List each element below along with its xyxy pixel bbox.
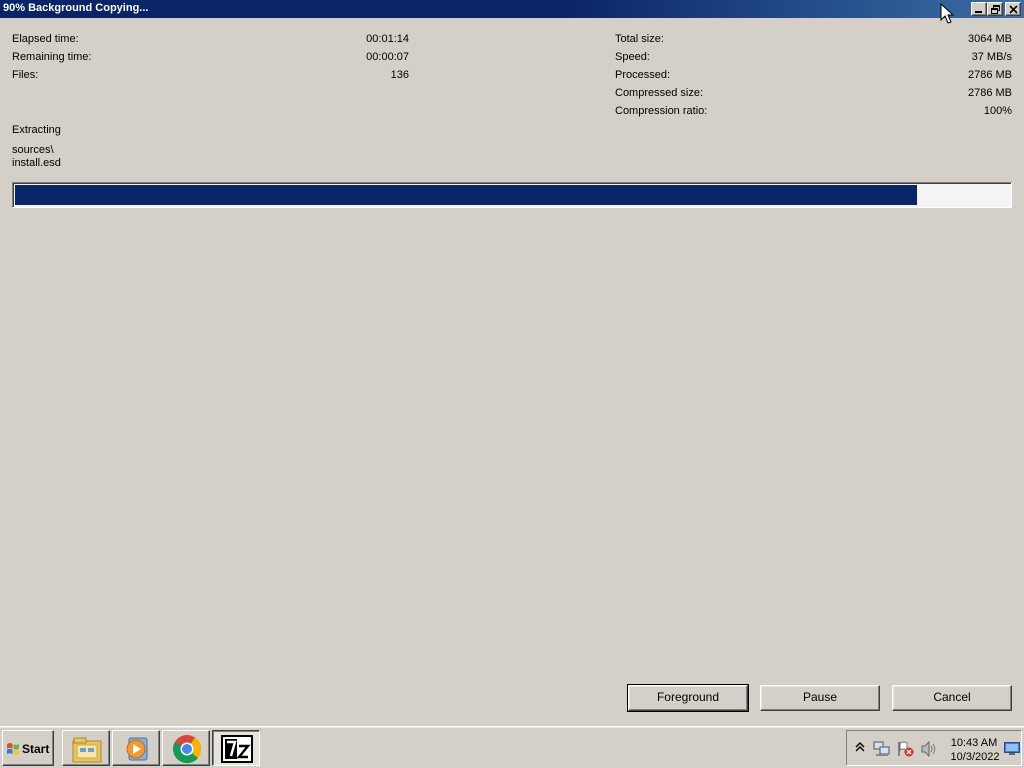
media-player-icon — [126, 737, 148, 761]
processed-label: Processed: — [615, 69, 671, 81]
close-icon — [1009, 5, 1018, 14]
system-tray: 10:43 AM 10/3/2022 — [846, 730, 1022, 766]
current-file-name: install.esd — [12, 157, 61, 169]
progress-fill — [15, 185, 917, 205]
restore-icon — [991, 5, 1000, 14]
network-icon[interactable] — [873, 741, 891, 757]
minimize-icon — [975, 11, 982, 13]
close-button[interactable] — [1005, 2, 1021, 16]
files-label: Files: — [12, 69, 39, 81]
speed-label: Speed: — [615, 51, 650, 63]
foreground-button[interactable]: Foreground — [627, 684, 749, 712]
windows-logo-icon — [7, 743, 19, 755]
taskbar-explorer-button[interactable] — [62, 730, 110, 766]
mouse-cursor-icon — [940, 3, 954, 24]
clock-time[interactable]: 10:43 AM — [949, 737, 999, 749]
start-button[interactable]: Start — [2, 730, 54, 766]
restore-button[interactable] — [987, 2, 1003, 16]
current-file-folder: sources\ — [12, 144, 54, 156]
taskbar: Start 10:43 AM 10/3/2022 — [0, 726, 1024, 768]
total-size-label: Total size: — [615, 33, 664, 45]
compressed-size-label: Compressed size: — [615, 87, 704, 99]
window-title: 90% Background Copying... — [3, 2, 149, 14]
compressed-size-value: 2786 MB — [967, 87, 1012, 99]
start-label: Start — [22, 742, 50, 756]
progress-bar — [12, 182, 1012, 208]
taskbar-chrome-button[interactable] — [162, 730, 210, 766]
processed-value: 2786 MB — [967, 69, 1012, 81]
show-hidden-icons-icon[interactable] — [855, 741, 865, 753]
taskbar-media-player-button[interactable] — [112, 730, 160, 766]
folder-icon — [72, 737, 102, 763]
elapsed-time-value: 00:01:14 — [366, 33, 409, 45]
elapsed-time-label: Elapsed time: — [12, 33, 79, 45]
files-value: 136 — [390, 69, 409, 81]
taskbar-7zip-button[interactable] — [212, 730, 260, 766]
cancel-button[interactable]: Cancel — [892, 685, 1012, 711]
remaining-time-value: 00:00:07 — [366, 51, 409, 63]
compression-ratio-value: 100% — [983, 105, 1012, 117]
pause-button[interactable]: Pause — [760, 685, 880, 711]
total-size-value: 3064 MB — [967, 33, 1012, 45]
speed-value: 37 MB/s — [971, 51, 1012, 63]
7zip-icon — [221, 735, 253, 763]
minimize-button[interactable] — [971, 2, 987, 16]
clock-date[interactable]: 10/3/2022 — [947, 751, 1003, 763]
remaining-time-label: Remaining time: — [12, 51, 92, 63]
compression-ratio-label: Compression ratio: — [615, 105, 708, 117]
show-desktop-icon[interactable] — [1004, 742, 1020, 756]
action-center-flag-icon[interactable] — [897, 741, 915, 757]
title-bar[interactable]: 90% Background Copying... — [0, 0, 1024, 18]
chrome-icon — [173, 735, 202, 764]
volume-icon[interactable] — [921, 741, 939, 757]
operation-status: Extracting — [12, 124, 61, 136]
